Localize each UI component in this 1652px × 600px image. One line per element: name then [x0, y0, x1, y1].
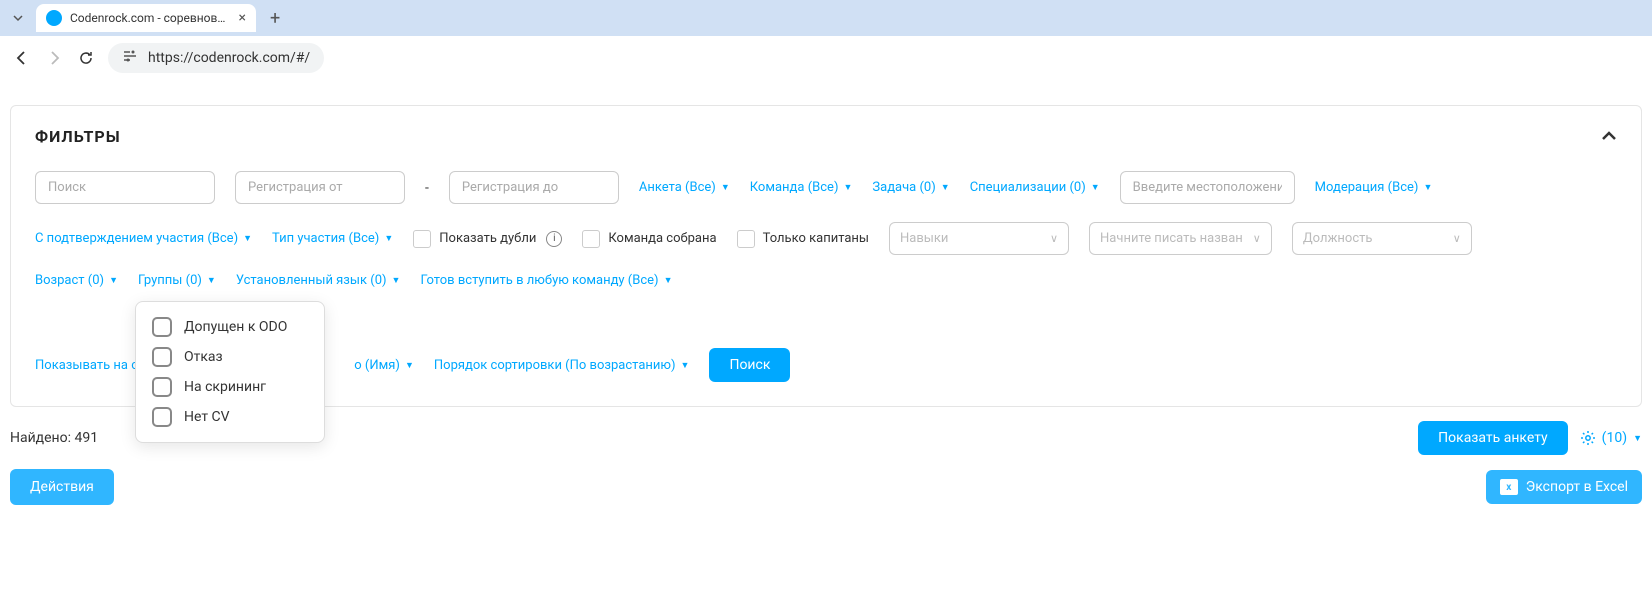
- chevron-down-icon: ▼: [207, 275, 216, 286]
- chevron-down-icon: ▼: [1633, 433, 1642, 444]
- chevron-down-icon: ▼: [681, 360, 690, 371]
- filter-confirmation[interactable]: С подтверждением участия (Все)▼: [35, 231, 252, 246]
- filter-any-team[interactable]: Готов вступить в любую команду (Все)▼: [420, 273, 672, 288]
- filter-anketa[interactable]: Анкета (Все)▼: [639, 180, 730, 195]
- tab-list-chevron[interactable]: [8, 8, 28, 28]
- url-text: https://codenrock.com/#/: [148, 50, 310, 66]
- chevron-down-icon: ▼: [843, 182, 852, 193]
- new-tab-button[interactable]: +: [264, 8, 286, 29]
- team-ready-label: Команда собрана: [608, 231, 716, 246]
- browser-tab[interactable]: Codenrock.com - соревновани ×: [36, 4, 256, 32]
- popup-checkbox[interactable]: [152, 317, 172, 337]
- captains-only-checkbox[interactable]: [737, 230, 755, 248]
- chevron-down-icon: ▼: [392, 275, 401, 286]
- groups-popup: Допущен к ODO Отказ На скрининг Нет CV: [135, 301, 325, 443]
- filters-title: ФИЛЬТРЫ: [35, 127, 121, 146]
- actions-button[interactable]: Действия: [10, 469, 114, 505]
- columns-config-button[interactable]: (10) ▼: [1580, 430, 1642, 446]
- filter-groups[interactable]: Группы (0)▼: [138, 273, 216, 288]
- close-icon[interactable]: ×: [239, 10, 246, 26]
- show-anketa-button[interactable]: Показать анкету: [1418, 421, 1568, 455]
- excel-icon: x: [1500, 479, 1518, 495]
- filter-language[interactable]: Установленный язык (0)▼: [236, 273, 401, 288]
- show-dupes-label: Показать дубли: [439, 231, 536, 246]
- captains-only-checkbox-group: Только капитаны: [737, 230, 869, 248]
- chevron-down-icon: ∨: [1050, 232, 1058, 245]
- popup-item[interactable]: Нет CV: [152, 402, 308, 432]
- export-excel-button[interactable]: x Экспорт в Excel: [1486, 470, 1642, 504]
- show-dupes-checkbox[interactable]: [413, 230, 431, 248]
- captains-only-label: Только капитаны: [763, 231, 869, 246]
- filter-participation-type[interactable]: Тип участия (Все)▼: [272, 231, 393, 246]
- gear-icon: [1580, 430, 1596, 446]
- search-input[interactable]: [35, 171, 215, 204]
- back-button[interactable]: [12, 48, 32, 68]
- filter-task[interactable]: Задача (0)▼: [872, 180, 949, 195]
- address-bar: https://codenrock.com/#/: [0, 36, 1652, 80]
- popup-item[interactable]: Отказ: [152, 342, 308, 372]
- filter-sort-field-partial[interactable]: о (Имя)▼: [354, 358, 414, 373]
- chevron-down-icon: ▼: [1091, 182, 1100, 193]
- chevron-down-icon: ▼: [405, 360, 414, 371]
- filters-panel: ФИЛЬТРЫ - Анкета (Все)▼ Команда (Все)▼ З…: [10, 105, 1642, 407]
- found-count: Найдено: 491: [10, 430, 98, 446]
- filter-team[interactable]: Команда (Все)▼: [750, 180, 853, 195]
- reg-from-input[interactable]: [235, 171, 405, 204]
- team-ready-checkbox[interactable]: [582, 230, 600, 248]
- chevron-down-icon: ▼: [1423, 182, 1432, 193]
- filter-moderation[interactable]: Модерация (Все)▼: [1315, 180, 1433, 195]
- popup-checkbox[interactable]: [152, 407, 172, 427]
- chevron-down-icon: ▼: [384, 233, 393, 244]
- tab-title: Codenrock.com - соревновани: [70, 11, 231, 25]
- filter-sort-order[interactable]: Порядок сортировки (По возрастанию)▼: [434, 358, 690, 373]
- chevron-down-icon: ∨: [1453, 232, 1461, 245]
- url-input[interactable]: https://codenrock.com/#/: [108, 43, 324, 73]
- filter-age[interactable]: Возраст (0)▼: [35, 273, 118, 288]
- chevron-down-icon: ▼: [721, 182, 730, 193]
- reload-button[interactable]: [76, 48, 96, 68]
- popup-checkbox[interactable]: [152, 347, 172, 367]
- team-ready-checkbox-group: Команда собрана: [582, 230, 716, 248]
- favicon-icon: [46, 10, 62, 26]
- popup-item[interactable]: На скрининг: [152, 372, 308, 402]
- chevron-down-icon: ▼: [109, 275, 118, 286]
- location-input[interactable]: [1120, 171, 1295, 204]
- filter-per-page-partial[interactable]: Показывать на ст: [35, 358, 144, 373]
- site-settings-icon[interactable]: [122, 49, 138, 67]
- popup-item[interactable]: Допущен к ODO: [152, 312, 308, 342]
- popup-checkbox[interactable]: [152, 377, 172, 397]
- tab-bar: Codenrock.com - соревновани × +: [0, 0, 1652, 36]
- show-dupes-checkbox-group: Показать дубли i: [413, 230, 562, 248]
- date-dash: -: [425, 180, 429, 196]
- chevron-down-icon: ▼: [664, 275, 673, 286]
- company-select[interactable]: Начните писать назван ∨: [1089, 222, 1272, 255]
- chevron-down-icon: ▼: [941, 182, 950, 193]
- browser-chrome: Codenrock.com - соревновани × + https://…: [0, 0, 1652, 80]
- chevron-down-icon: ∨: [1253, 232, 1261, 245]
- forward-button[interactable]: [44, 48, 64, 68]
- filter-specializations[interactable]: Специализации (0)▼: [970, 180, 1100, 195]
- chevron-down-icon: ▼: [243, 233, 252, 244]
- skills-select[interactable]: Навыки ∨: [889, 222, 1069, 255]
- position-select[interactable]: Должность ∨: [1292, 222, 1472, 255]
- search-button[interactable]: Поиск: [709, 348, 790, 382]
- reg-to-input[interactable]: [449, 171, 619, 204]
- chevron-up-icon[interactable]: [1601, 126, 1617, 147]
- info-icon[interactable]: i: [546, 231, 562, 247]
